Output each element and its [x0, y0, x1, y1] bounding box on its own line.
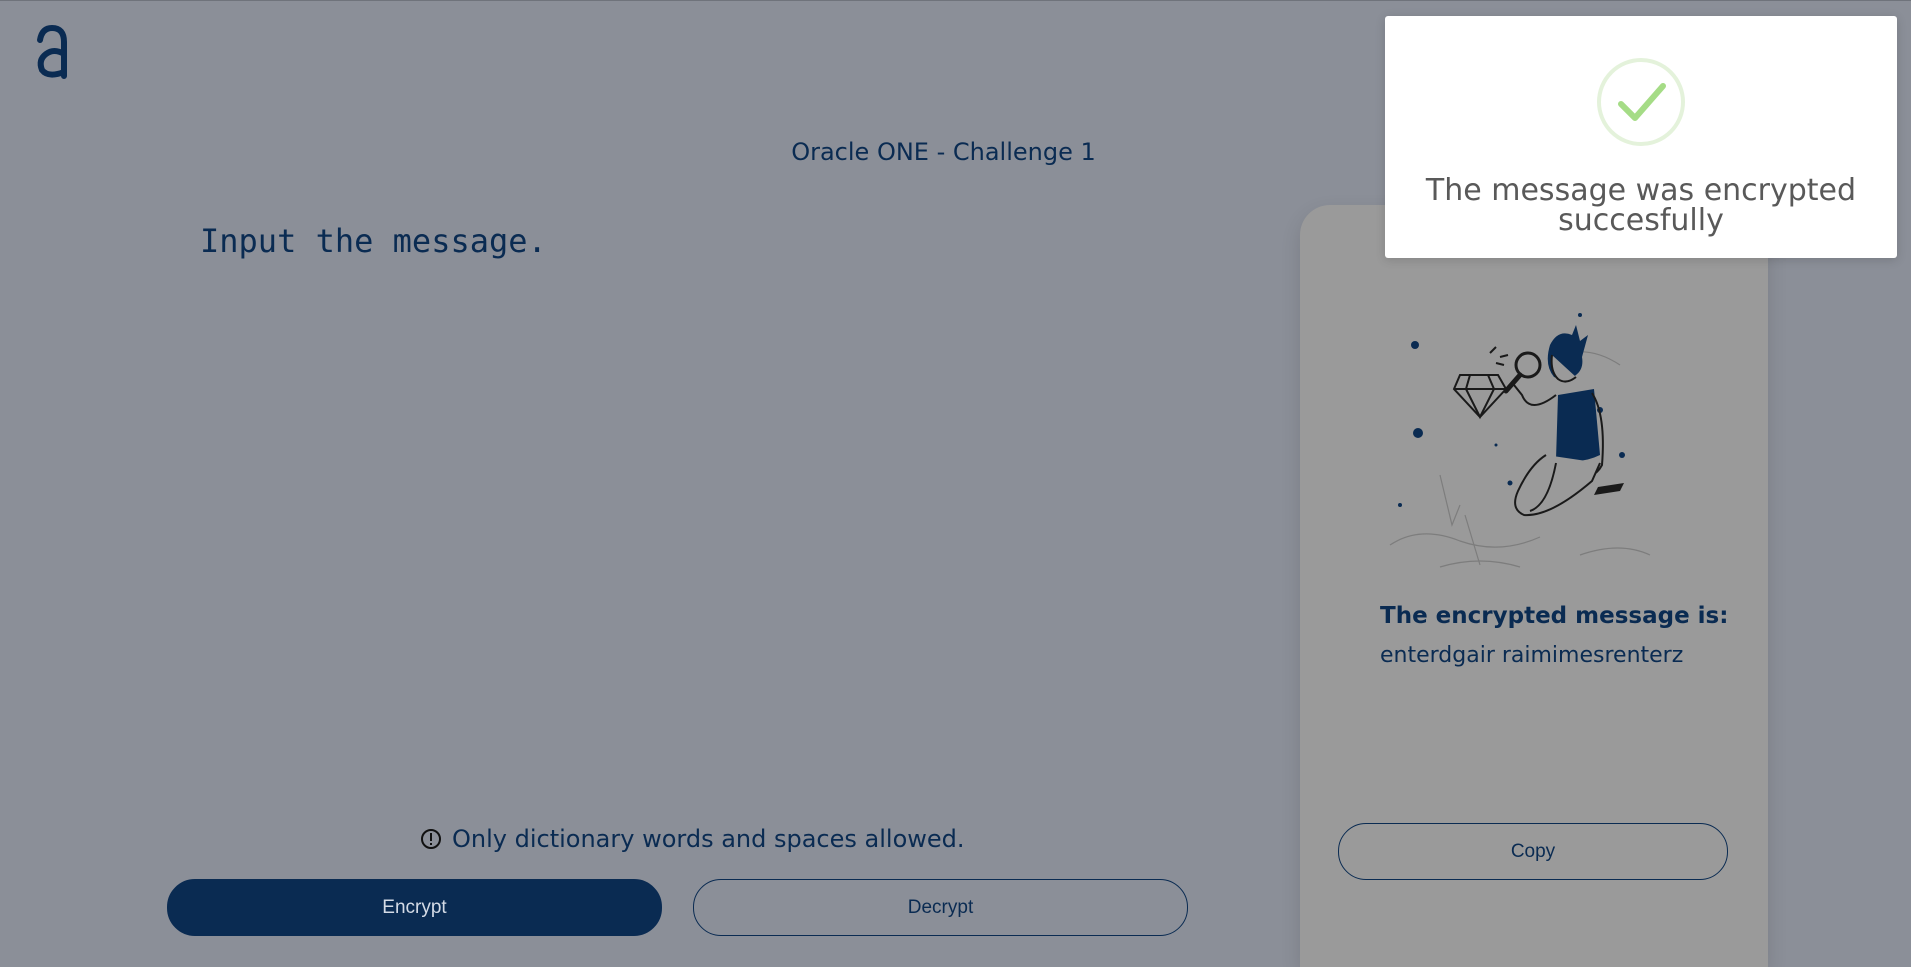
alura-logo-icon[interactable] — [32, 24, 72, 84]
toast-message: The message was encrypted succesfully — [1425, 173, 1857, 238]
copy-button[interactable]: Copy — [1338, 823, 1728, 880]
top-border — [0, 0, 1911, 1]
success-toast: The message was encrypted succesfully — [1385, 16, 1897, 258]
message-input[interactable] — [200, 222, 1250, 782]
person-inspecting-diamond-illustration — [1389, 313, 1651, 568]
decrypt-button-label: Decrypt — [907, 896, 974, 918]
result-panel: The encrypted message is: enterdgair rai… — [1300, 205, 1768, 967]
encrypt-button[interactable]: Encrypt — [167, 879, 662, 936]
input-hint: Only dictionary words and spaces allowed… — [420, 825, 965, 853]
copy-button-label: Copy — [1510, 840, 1556, 862]
success-check-icon — [1597, 58, 1685, 146]
decrypt-button[interactable]: Decrypt — [693, 879, 1188, 936]
encrypt-button-label: Encrypt — [382, 896, 447, 918]
hint-text: Only dictionary words and spaces allowed… — [452, 825, 965, 853]
exclamation-circle-icon — [421, 829, 441, 849]
page-title: Oracle ONE - Challenge 1 — [791, 138, 1096, 166]
encrypted-message-text: enterdgair raimimesrenterz — [1380, 643, 1684, 668]
result-title: The encrypted message is: — [1380, 603, 1729, 629]
